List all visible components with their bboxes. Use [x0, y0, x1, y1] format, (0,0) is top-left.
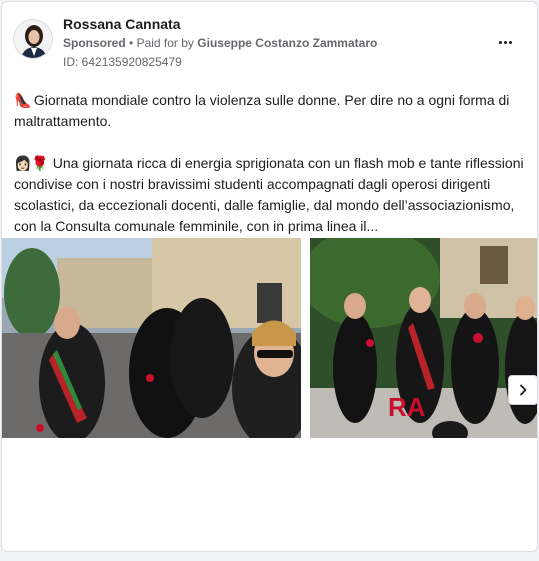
- paid-for-name[interactable]: Giuseppe Costanzo Zammataro: [197, 36, 377, 50]
- carousel-image-speakers[interactable]: RA: [310, 238, 537, 438]
- high-heel-icon: 👠: [14, 92, 32, 108]
- sponsored-label: Sponsored: [63, 36, 126, 50]
- ad-id: ID: 642135920825479: [63, 55, 182, 69]
- separator-dot: •: [129, 36, 134, 50]
- paragraph-2: 👩🏻🌹 Una giornata ricca di energia sprigi…: [14, 153, 526, 237]
- woman-rose-icon: 👩🏻🌹: [14, 155, 49, 171]
- paragraph-1: 👠 Giornata mondiale contro la violenza s…: [14, 90, 526, 132]
- carousel-image-flash-mob[interactable]: [2, 238, 301, 438]
- post-body: 👠 Giornata mondiale contro la violenza s…: [14, 90, 526, 237]
- carousel-next-button[interactable]: [508, 375, 537, 405]
- author-avatar[interactable]: [13, 19, 53, 59]
- sponsor-line: Sponsored • Paid for by Giuseppe Costanz…: [63, 36, 377, 50]
- chevron-right-icon: [520, 384, 527, 396]
- svg-text:RA: RA: [388, 392, 426, 422]
- more-options-icon[interactable]: [498, 31, 518, 47]
- paragraph-2-text: Una giornata ricca di energia sprigionat…: [14, 155, 524, 234]
- paragraph-1-text: Giornata mondiale contro la violenza sul…: [14, 92, 510, 129]
- author-name[interactable]: Rossana Cannata: [63, 16, 180, 32]
- paid-for-prefix: Paid for by: [136, 36, 194, 50]
- post-header: Rossana Cannata Sponsored • Paid for by …: [2, 2, 537, 74]
- image-carousel: RA: [2, 238, 537, 438]
- ad-card: Rossana Cannata Sponsored • Paid for by …: [1, 1, 538, 552]
